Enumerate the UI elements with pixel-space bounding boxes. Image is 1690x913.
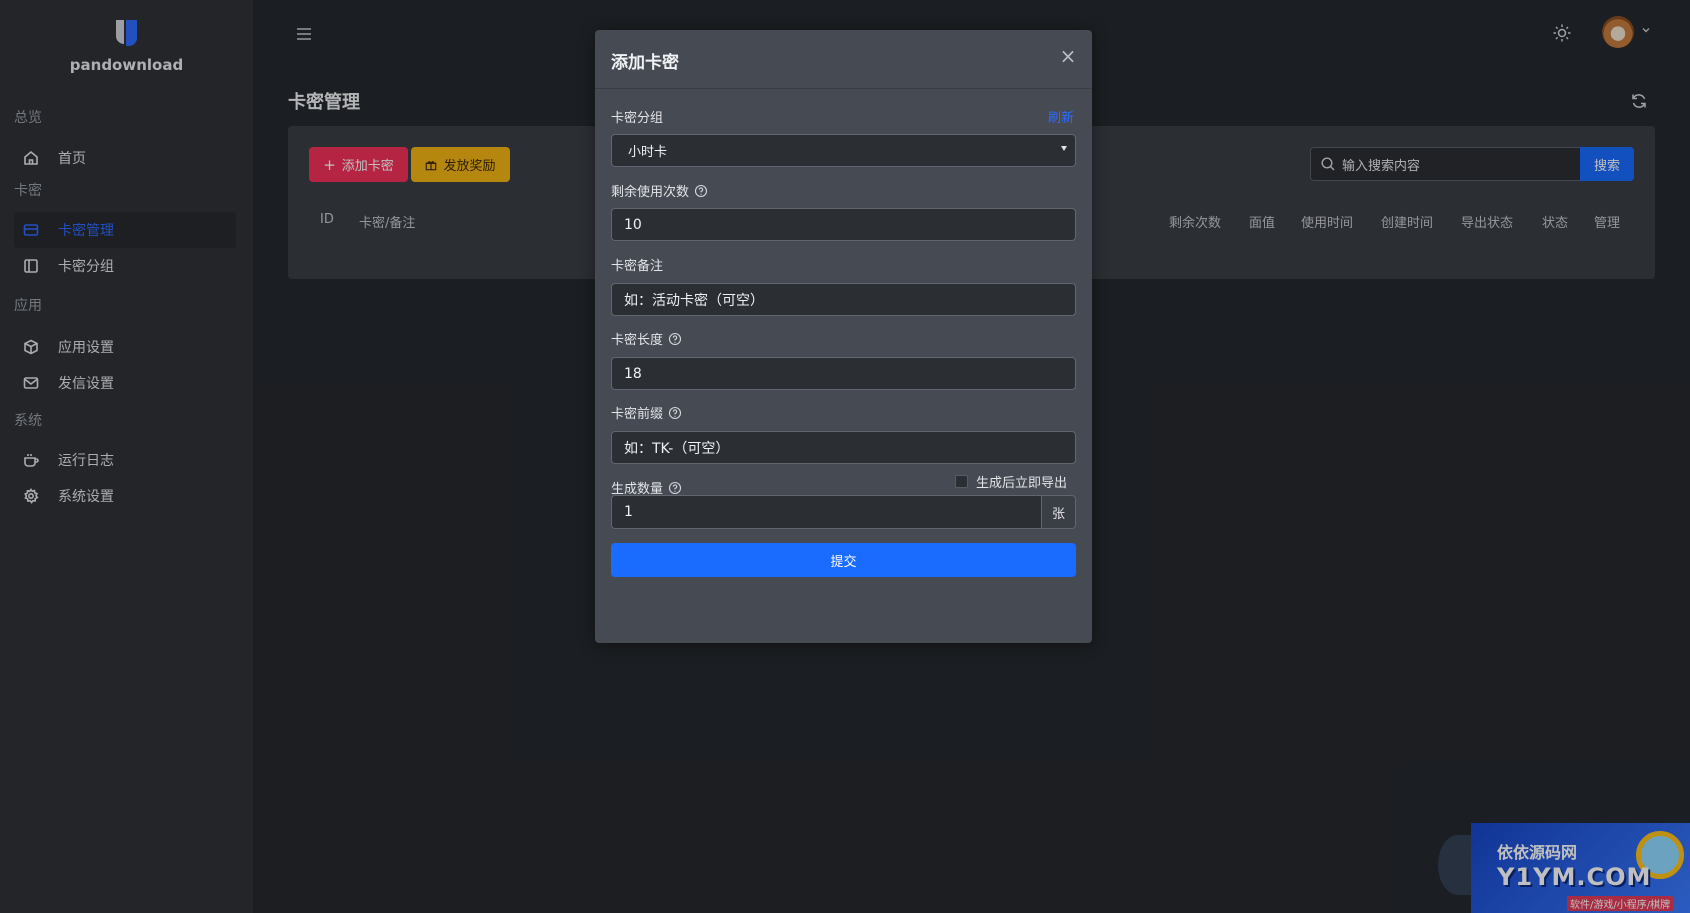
help-icon[interactable] [668, 406, 682, 420]
prefix-label: 卡密前缀 [611, 403, 682, 422]
group-select[interactable]: 小时卡 [611, 134, 1076, 167]
uses-input[interactable]: 10 [611, 208, 1076, 241]
help-icon[interactable] [694, 184, 708, 198]
modal-header: 添加卡密 × [595, 30, 1092, 89]
group-label: 卡密分组 [611, 111, 664, 126]
close-icon[interactable]: × [1058, 46, 1078, 66]
qty-input[interactable]: 1 [611, 495, 1041, 529]
note-input[interactable]: 如：活动卡密（可空） [611, 283, 1076, 316]
export-checkbox[interactable] [955, 475, 968, 488]
note-label: 卡密备注 [611, 259, 664, 274]
prefix-input[interactable]: 如：TK-（可空） [611, 431, 1076, 464]
add-card-modal: 添加卡密 × 卡密分组 刷新 小时卡 剩余使用次数 10 卡密备注 如：活动卡密… [595, 30, 1092, 643]
modal-title: 添加卡密 [611, 53, 679, 73]
group-refresh-link[interactable]: 刷新 [1048, 107, 1074, 126]
help-icon[interactable] [668, 332, 682, 346]
submit-button[interactable]: 提交 [611, 543, 1076, 577]
caret-down-icon [1061, 146, 1067, 151]
qty-unit: 张 [1041, 495, 1076, 529]
export-checkbox-row[interactable]: 生成后立即导出 [955, 472, 1067, 491]
help-icon[interactable] [668, 481, 682, 495]
length-label: 卡密长度 [611, 329, 682, 348]
uses-label: 剩余使用次数 [611, 181, 708, 200]
length-input[interactable]: 18 [611, 357, 1076, 390]
